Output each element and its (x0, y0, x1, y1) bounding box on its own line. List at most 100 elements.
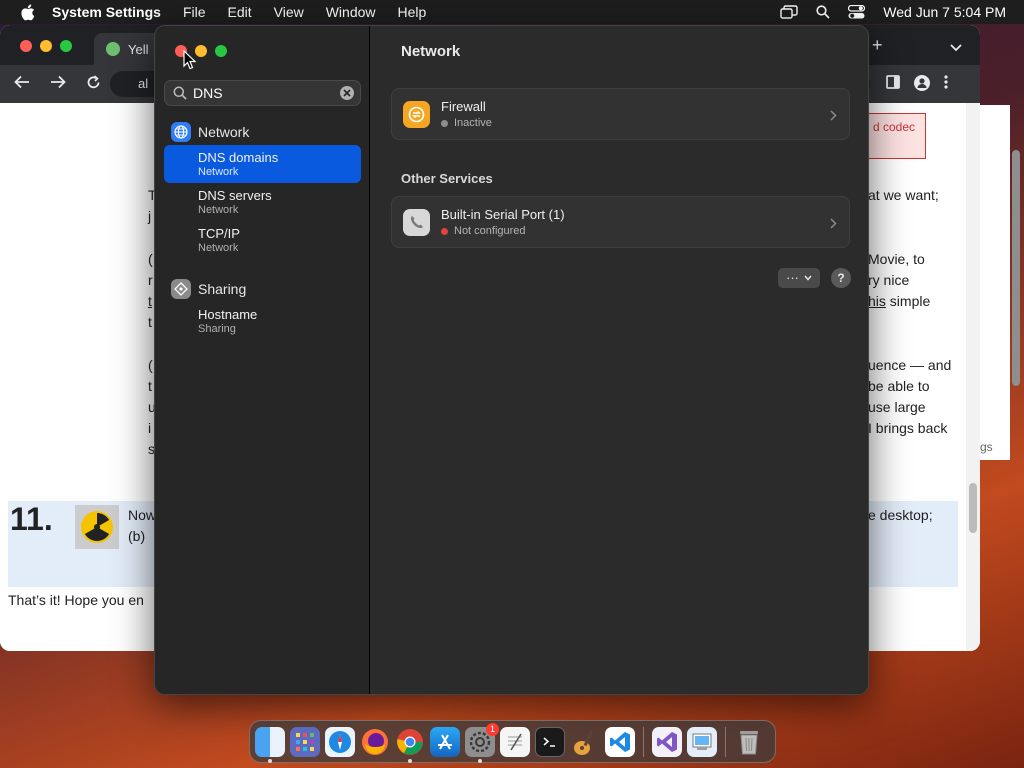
trash-icon[interactable] (734, 727, 764, 757)
more-label: ··· (786, 270, 799, 285)
serial-port-row[interactable]: Built-in Serial Port (1) Not configured (391, 196, 850, 248)
serial-port-status: Not configured (441, 225, 526, 237)
page-text-fragment: gs (980, 440, 993, 454)
page-text-fragment: j (148, 208, 152, 224)
sidebar-item-network[interactable]: Network (164, 119, 361, 145)
sidebar-item-hostname[interactable]: Hostname Sharing (164, 302, 361, 340)
safari-icon[interactable] (325, 726, 355, 757)
page-text-fragment: use large (868, 399, 926, 415)
codec-note: d codec (868, 113, 926, 159)
browser-zoom-button[interactable] (60, 40, 72, 52)
page-text-fragment: his simple (868, 293, 931, 309)
running-indicator (408, 758, 412, 763)
serial-port-label: Built-in Serial Port (1) (441, 207, 565, 222)
apple-menu-icon[interactable] (18, 3, 36, 21)
menubar-clock[interactable]: Wed Jun 7 5:04 PM (883, 4, 1006, 20)
sidebar-item-dns-servers[interactable]: DNS servers Network (164, 183, 361, 221)
more-actions-button[interactable]: ··· (778, 268, 820, 288)
search-input[interactable] (193, 85, 340, 101)
vscode-icon[interactable] (605, 726, 635, 757)
status-dot-icon (441, 119, 448, 127)
mouse-pointer-icon (183, 50, 197, 70)
page-scrollbar-thumb[interactable] (969, 483, 977, 533)
sidebar-item-title: DNS servers (198, 188, 272, 203)
side-panel-icon[interactable] (886, 75, 900, 96)
firewall-status: Inactive (441, 117, 492, 129)
browser-minimize-button[interactable] (40, 40, 52, 52)
menu-edit[interactable]: Edit (228, 4, 252, 20)
control-center-icon[interactable] (848, 5, 866, 19)
spotlight-search-icon[interactable] (816, 5, 830, 19)
firewall-status-text: Inactive (454, 117, 492, 129)
chrome-icon[interactable] (395, 727, 425, 763)
menu-help[interactable]: Help (398, 4, 427, 20)
page-text-fragment: Now (128, 507, 157, 523)
firewall-icon (403, 101, 430, 128)
step-number: 11. (10, 501, 53, 537)
page-text-fragment: be able to (868, 378, 930, 394)
page-scrollbar[interactable] (966, 103, 980, 651)
back-arrow-icon[interactable] (14, 75, 30, 95)
browser-close-button[interactable] (20, 40, 32, 52)
system-settings-icon[interactable]: 1 (465, 722, 499, 763)
screen-mirroring-icon[interactable] (780, 5, 798, 19)
page-text-fragment: ry nice (868, 272, 910, 288)
sidebar-group-sharing: Sharing Hostname Sharing (164, 276, 361, 340)
page-text-fragment: ( (148, 251, 153, 267)
firewall-label: Firewall (441, 99, 486, 114)
launchpad-icon[interactable] (290, 726, 320, 757)
help-button[interactable]: ? (831, 268, 851, 288)
second-window-scrollbar[interactable] (1012, 150, 1020, 386)
firefox-icon[interactable] (360, 727, 390, 757)
tab-search-chevron-icon[interactable] (950, 39, 962, 57)
terminal-icon[interactable] (535, 726, 565, 757)
page-text-fragment: ( (148, 357, 153, 373)
forward-arrow-icon[interactable] (50, 75, 66, 95)
system-settings-window: Network DNS domains Network DNS servers … (154, 25, 869, 695)
omnibox-text: al (138, 76, 149, 91)
page-text-fragment: t (148, 314, 152, 330)
window-zoom-button[interactable] (215, 45, 227, 57)
firewall-row[interactable]: Firewall Inactive (391, 88, 850, 140)
browser-menu-icon[interactable] (944, 75, 948, 96)
new-tab-plus-icon[interactable]: + (872, 35, 883, 56)
settings-search-field[interactable] (164, 80, 361, 106)
page-text-fragment: (b) (128, 528, 146, 544)
finder-icon[interactable] (255, 726, 285, 763)
sidebar-item-sharing[interactable]: Sharing (164, 276, 361, 302)
menu-app-name[interactable]: System Settings (52, 4, 161, 20)
menu-view[interactable]: View (274, 4, 304, 20)
settings-content-pane: Network Firewall Inactive Other Services… (371, 26, 868, 694)
settings-badge: 1 (486, 722, 499, 736)
menu-file[interactable]: File (183, 4, 206, 20)
tab-favicon-icon (106, 42, 120, 56)
sidebar-item-subtitle: Sharing (198, 323, 236, 335)
textedit-icon[interactable] (500, 726, 530, 757)
page-text-fragment: uence — and (868, 357, 952, 373)
sidebar-item-title: DNS domains (198, 150, 279, 165)
page-link[interactable]: his (868, 293, 886, 309)
menu-window[interactable]: Window (326, 4, 376, 20)
browser-tab-title: Yell (128, 41, 149, 57)
radiation-icon (75, 505, 119, 549)
garageband-icon[interactable] (570, 727, 600, 757)
sidebar-item-subtitle: Network (198, 242, 239, 254)
page-text-fragment: at we want; (868, 187, 939, 203)
other-services-heading: Other Services (401, 171, 493, 186)
visual-studio-icon[interactable] (652, 726, 682, 757)
sidebar-group-label: Sharing (198, 281, 247, 297)
preview-icon[interactable] (687, 726, 717, 757)
sidebar-item-tcp-ip[interactable]: TCP/IP Network (164, 221, 361, 259)
profile-icon[interactable] (914, 75, 930, 96)
reload-icon[interactable] (86, 75, 101, 95)
search-icon (173, 86, 187, 100)
sharing-icon (171, 279, 191, 299)
app-store-icon[interactable] (430, 726, 460, 757)
second-window-edge: gs (980, 105, 1010, 460)
sidebar-item-dns-domains[interactable]: DNS domains Network (164, 145, 361, 183)
clear-search-icon[interactable] (340, 86, 354, 100)
page-text-fragment: Movie, to (868, 251, 925, 267)
dock-separator (725, 726, 726, 757)
running-indicator (268, 758, 272, 763)
chevron-right-icon (830, 216, 837, 234)
